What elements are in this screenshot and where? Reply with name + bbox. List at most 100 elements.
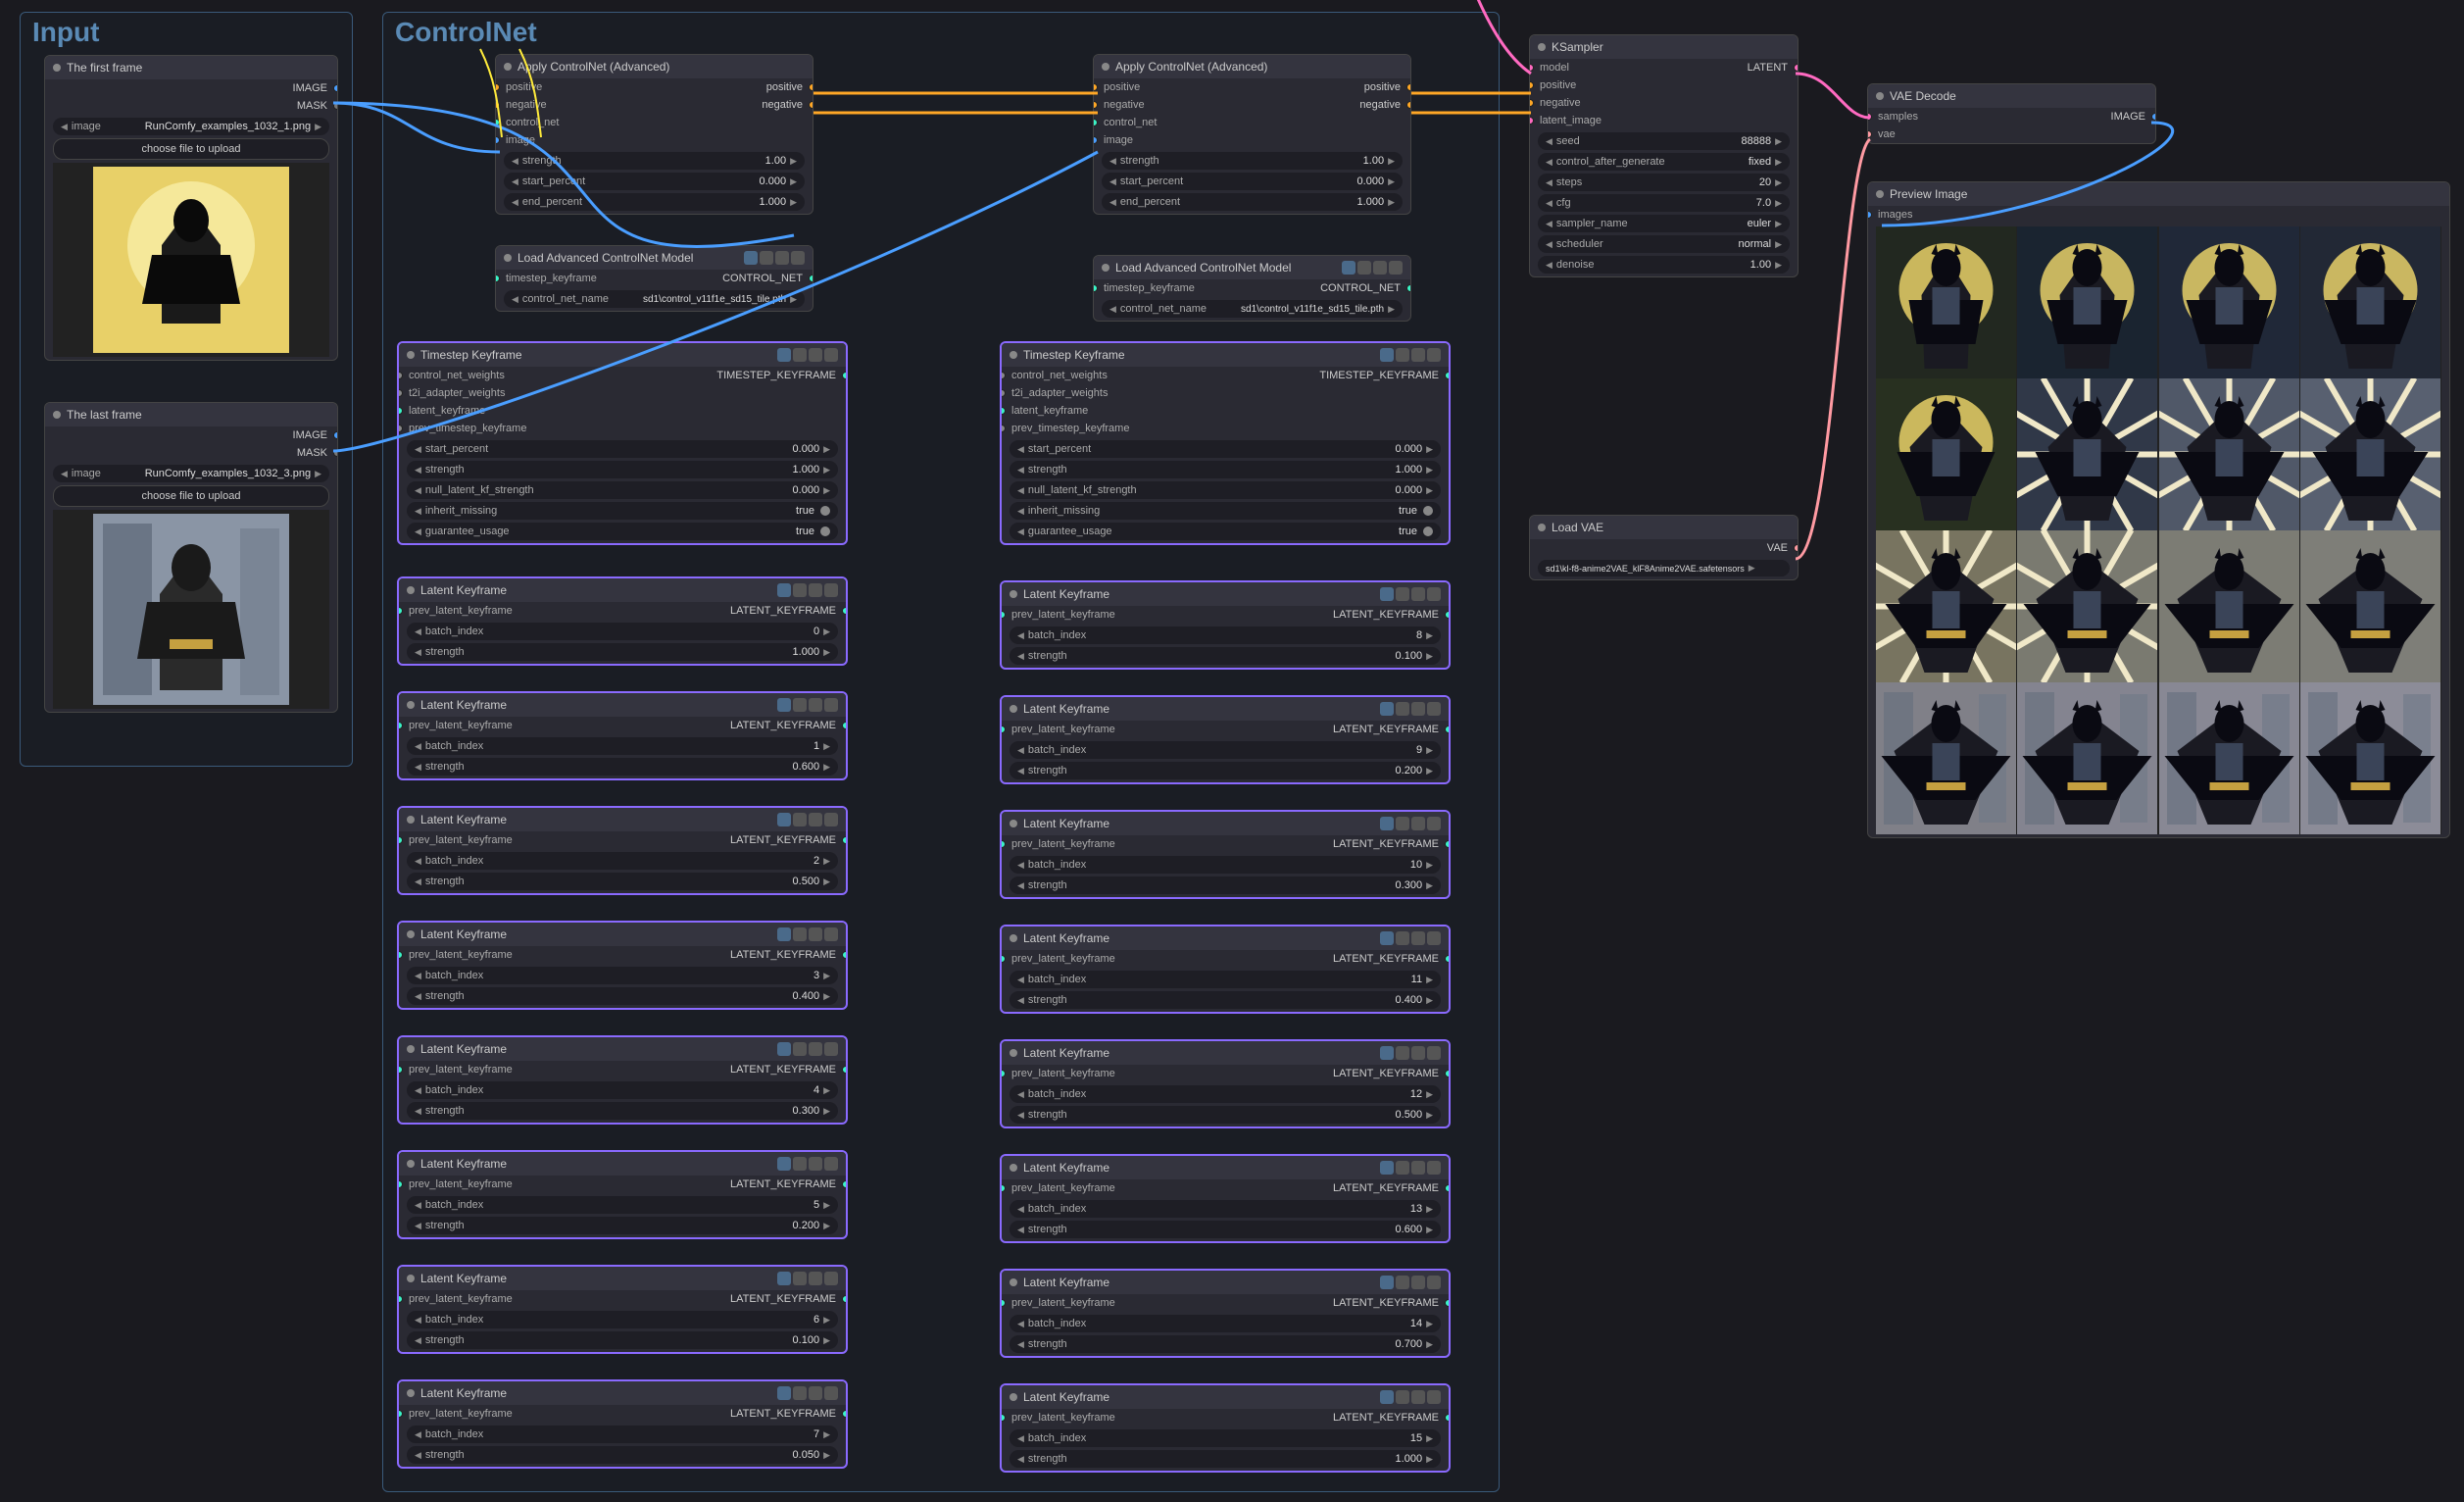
arrow-right-icon[interactable]: ▶	[1775, 198, 1782, 209]
node-header[interactable]: Latent Keyframe	[399, 1267, 846, 1290]
node-header[interactable]: KSampler	[1530, 35, 1798, 59]
port-negative[interactable]	[1529, 99, 1534, 107]
widget-strength[interactable]: ◀strength0.600▶	[407, 758, 838, 776]
node-latent-keyframe[interactable]: Latent Keyframe prev_latent_keyframeLATE…	[1000, 580, 1451, 670]
port-latent-kf-out[interactable]	[842, 722, 848, 729]
node-header[interactable]: Latent Keyframe	[399, 1381, 846, 1405]
port-control-net-out[interactable]	[809, 275, 813, 282]
port-latent[interactable]	[1794, 64, 1799, 72]
arrow-right-icon[interactable]: ▶	[823, 991, 830, 1002]
node-vae-decode[interactable]: VAE Decode samplesIMAGE vae	[1867, 83, 2156, 144]
node-load-controlnet[interactable]: Load Advanced ControlNet Modeltimestep_k…	[1093, 255, 1411, 322]
arrow-left-icon[interactable]: ◀	[1017, 465, 1024, 476]
arrow-right-icon[interactable]: ▶	[1426, 485, 1433, 496]
widget-inherit_missing[interactable]: ◀inherit_missingtrue	[407, 502, 838, 520]
arrow-left-icon[interactable]: ◀	[1017, 630, 1024, 641]
widget-batch_index[interactable]: ◀batch_index0▶	[407, 623, 838, 640]
arrow-right-icon[interactable]: ▶	[1426, 1454, 1433, 1465]
widget-batch_index[interactable]: ◀batch_index13▶	[1010, 1200, 1441, 1218]
node-header[interactable]: Apply ControlNet (Advanced)	[1094, 55, 1410, 78]
port-latent-kf-out[interactable]	[1445, 1299, 1451, 1307]
port-image[interactable]	[2151, 113, 2156, 121]
port-positive-out[interactable]	[1406, 83, 1411, 91]
widget-batch_index[interactable]: ◀batch_index15▶	[1010, 1429, 1441, 1447]
bool-toggle-icon[interactable]	[820, 506, 830, 516]
node-header[interactable]: VAE Decode	[1868, 84, 2155, 108]
arrow-right-icon[interactable]: ▶	[1388, 176, 1395, 187]
port-negative[interactable]	[495, 101, 500, 109]
arrow-right-icon[interactable]: ▶	[1775, 219, 1782, 229]
node-latent-keyframe[interactable]: Latent Keyframe prev_latent_keyframeLATE…	[1000, 1154, 1451, 1243]
port-control-net-out[interactable]	[1406, 284, 1411, 292]
arrow-right-icon[interactable]: ▶	[823, 647, 830, 658]
arrow-right-icon[interactable]: ▶	[1775, 177, 1782, 188]
arrow-right-icon[interactable]: ▶	[1775, 239, 1782, 250]
port-latent-kf[interactable]	[1000, 407, 1006, 415]
port-latent-kf-out[interactable]	[1445, 1414, 1451, 1422]
node-latent-keyframe[interactable]: Latent Keyframe prev_latent_keyframeLATE…	[397, 806, 848, 895]
node-header[interactable]: Latent Keyframe	[1002, 1385, 1449, 1409]
port-positive[interactable]	[1093, 83, 1098, 91]
arrow-right-icon[interactable]: ▶	[823, 1106, 830, 1117]
node-header[interactable]: Latent Keyframe	[1002, 697, 1449, 721]
arrow-left-icon[interactable]: ◀	[1109, 156, 1116, 167]
node-latent-keyframe[interactable]: Latent Keyframe prev_latent_keyframeLATE…	[1000, 1383, 1451, 1473]
arrow-left-icon[interactable]: ◀	[1017, 1339, 1024, 1350]
widget-inherit_missing[interactable]: ◀inherit_missingtrue	[1010, 502, 1441, 520]
collapse-icon[interactable]	[407, 586, 415, 594]
arrow-left-icon[interactable]: ◀	[1017, 995, 1024, 1006]
widget-start_percent[interactable]: ◀start_percent0.000▶	[407, 440, 838, 458]
port-prev-latent-kf[interactable]	[1000, 955, 1006, 963]
arrow-left-icon[interactable]: ◀	[415, 647, 421, 658]
node-first-frame[interactable]: The first frame IMAGE MASK ◀imageRunComf…	[44, 55, 338, 361]
arrow-right-icon[interactable]: ▶	[1775, 260, 1782, 271]
port-positive[interactable]	[1529, 81, 1534, 89]
port-latent-kf-out[interactable]	[1445, 955, 1451, 963]
widget-start_percent[interactable]: ◀start_percent0.000▶	[1102, 173, 1403, 190]
arrow-left-icon[interactable]: ◀	[415, 856, 421, 867]
collapse-icon[interactable]	[407, 816, 415, 824]
arrow-right-icon[interactable]: ▶	[823, 1335, 830, 1346]
bool-toggle-icon[interactable]	[820, 526, 830, 536]
port-latent-kf-out[interactable]	[842, 1180, 848, 1188]
collapse-icon[interactable]	[1876, 190, 1884, 198]
port-prev-latent-kf[interactable]	[397, 722, 403, 729]
arrow-right-icon[interactable]: ▶	[823, 762, 830, 773]
vae-selector[interactable]: sd1\kl-f8-anime2VAE_klF8Anime2VAE.safete…	[1538, 560, 1790, 576]
widget-sampler_name[interactable]: ◀sampler_nameeuler▶	[1538, 215, 1790, 232]
arrow-right-icon[interactable]: ▶	[1749, 563, 1755, 574]
port-timestep[interactable]	[1093, 284, 1098, 292]
node-latent-keyframe[interactable]: Latent Keyframe prev_latent_keyframeLATE…	[397, 691, 848, 780]
port-negative[interactable]	[1093, 101, 1098, 109]
arrow-right-icon[interactable]: ▶	[823, 465, 830, 476]
port-prev-latent-kf[interactable]	[397, 951, 403, 959]
node-latent-keyframe[interactable]: Latent Keyframe prev_latent_keyframeLATE…	[1000, 1039, 1451, 1128]
port-positive-out[interactable]	[809, 83, 813, 91]
arrow-right-icon[interactable]: ▶	[1426, 1319, 1433, 1329]
arrow-left-icon[interactable]: ◀	[415, 526, 421, 537]
widget-strength[interactable]: ◀strength0.600▶	[1010, 1221, 1441, 1238]
arrow-right-icon[interactable]: ▶	[823, 1200, 830, 1211]
arrow-left-icon[interactable]: ◀	[61, 122, 68, 132]
arrow-right-icon[interactable]: ▶	[1426, 1110, 1433, 1121]
arrow-left-icon[interactable]: ◀	[415, 485, 421, 496]
port-prev-latent-kf[interactable]	[1000, 1184, 1006, 1192]
widget-batch_index[interactable]: ◀batch_index10▶	[1010, 856, 1441, 874]
port-latent-kf-out[interactable]	[842, 1066, 848, 1074]
arrow-left-icon[interactable]: ◀	[1017, 1204, 1024, 1215]
widget-batch_index[interactable]: ◀batch_index6▶	[407, 1311, 838, 1328]
arrow-left-icon[interactable]: ◀	[415, 1335, 421, 1346]
port-positive[interactable]	[495, 83, 500, 91]
node-latent-keyframe[interactable]: Latent Keyframe prev_latent_keyframeLATE…	[1000, 810, 1451, 899]
widget-end_percent[interactable]: ◀end_percent1.000▶	[1102, 193, 1403, 211]
arrow-left-icon[interactable]: ◀	[1017, 880, 1024, 891]
widget-strength[interactable]: ◀strength0.200▶	[407, 1217, 838, 1234]
node-header[interactable]: Latent Keyframe	[1002, 582, 1449, 606]
node-timestep-keyframe[interactable]: Timestep Keyframecontrol_net_weightsTIME…	[1000, 341, 1451, 545]
widget-strength[interactable]: ◀strength0.300▶	[407, 1102, 838, 1120]
arrow-right-icon[interactable]: ▶	[1426, 444, 1433, 455]
widget-strength[interactable]: ◀strength0.700▶	[1010, 1335, 1441, 1353]
node-preview-image[interactable]: Preview Image images	[1867, 181, 2450, 838]
model-selector[interactable]: ◀control_net_namesd1\control_v11f1e_sd15…	[504, 290, 805, 308]
arrow-right-icon[interactable]: ▶	[790, 156, 797, 167]
